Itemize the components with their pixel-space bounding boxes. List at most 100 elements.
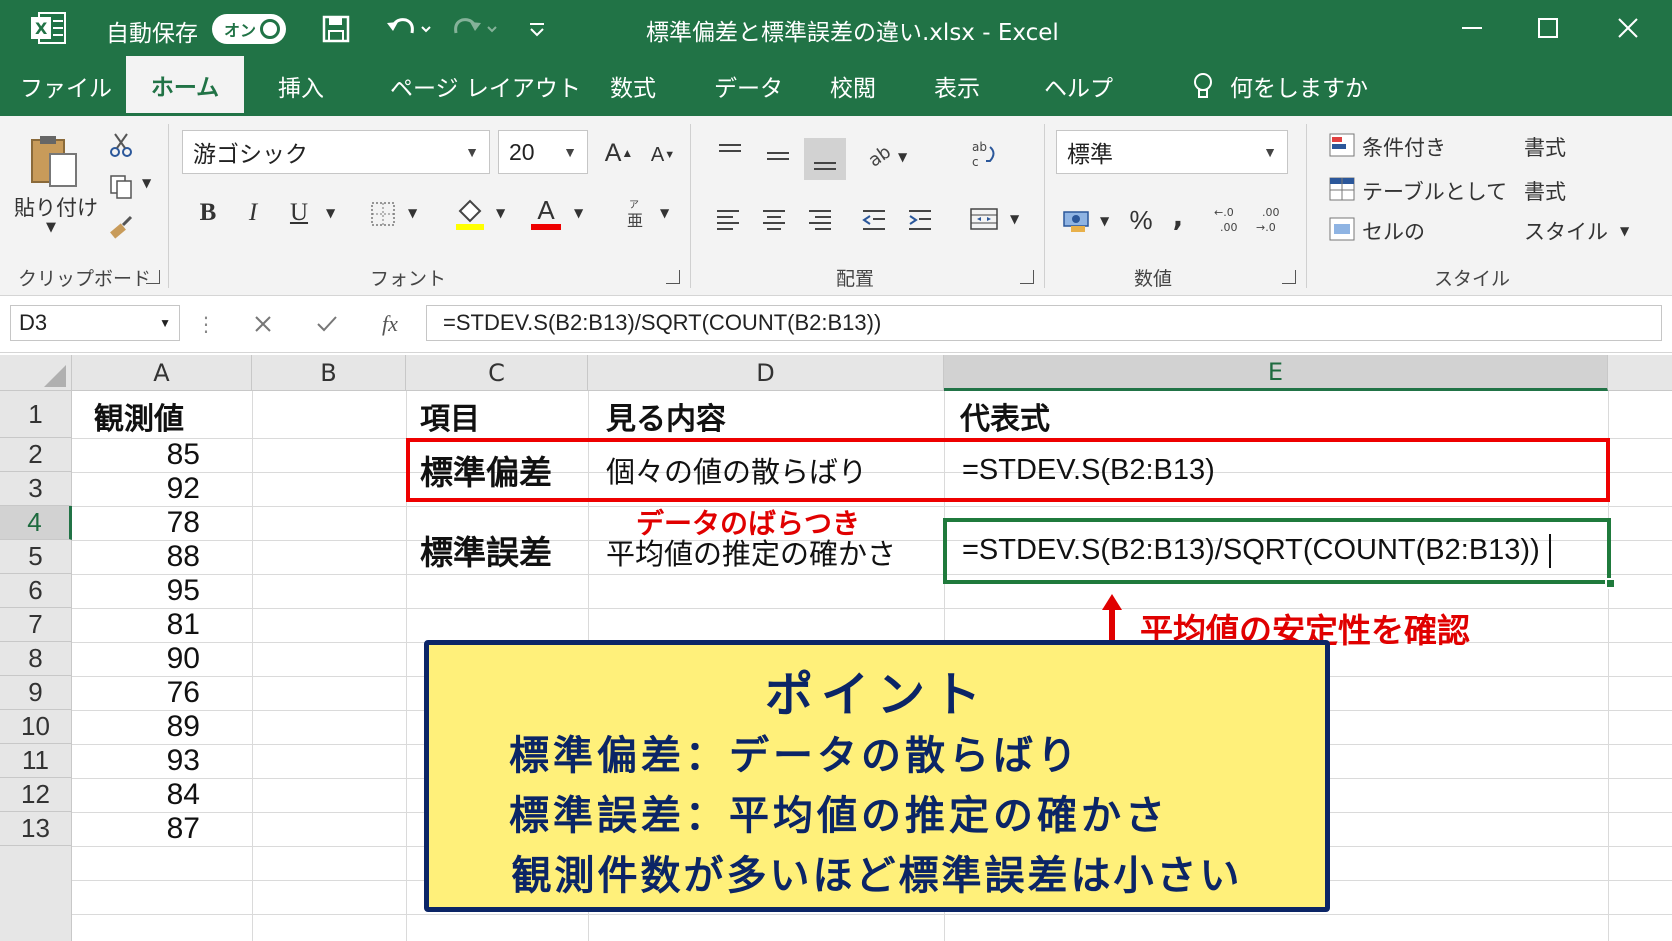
cell-styles-label[interactable]: セルの xyxy=(1362,216,1425,246)
fill-color-icon[interactable] xyxy=(452,196,488,232)
row-header-2[interactable]: 2 xyxy=(0,438,72,472)
number-launcher-icon[interactable] xyxy=(1282,270,1296,284)
undo-icon[interactable] xyxy=(382,12,434,46)
align-right-icon[interactable] xyxy=(802,204,838,234)
autosave-toggle[interactable]: オン xyxy=(212,14,286,44)
cell-a9[interactable]: 76 xyxy=(72,676,200,710)
tell-me-search[interactable]: 何をしますか xyxy=(1230,56,1368,116)
format-as-table-icon[interactable] xyxy=(1326,174,1360,206)
font-color-button[interactable]: A xyxy=(528,194,564,232)
font-color-dropdown-icon[interactable]: ▼ xyxy=(574,206,583,220)
row-header-10[interactable]: 10 xyxy=(0,710,72,744)
comma-style-button[interactable]: , xyxy=(1166,198,1190,234)
cell-a13[interactable]: 87 xyxy=(72,812,200,846)
row-header-1[interactable]: 1 xyxy=(0,391,72,438)
row-header-8[interactable]: 8 xyxy=(0,642,72,676)
row-header-5[interactable]: 5 xyxy=(0,540,72,574)
italic-button[interactable]: I xyxy=(238,196,268,230)
close-button[interactable] xyxy=(1604,8,1652,48)
wrap-text-icon[interactable]: ab c xyxy=(966,136,1002,172)
bold-button[interactable]: B xyxy=(192,196,224,230)
column-header-a[interactable]: A xyxy=(72,355,252,391)
increase-indent-icon[interactable] xyxy=(902,204,938,234)
column-header-e[interactable]: E xyxy=(944,355,1608,391)
column-header-b[interactable]: B xyxy=(252,355,406,391)
merge-dropdown-icon[interactable]: ▼ xyxy=(1010,212,1019,226)
cell-a8[interactable]: 90 xyxy=(72,642,200,676)
insert-function-icon[interactable]: fx xyxy=(370,307,410,341)
cell-a11[interactable]: 93 xyxy=(72,744,200,778)
underline-button[interactable]: U xyxy=(284,196,314,230)
tab-help[interactable]: ヘルプ xyxy=(1044,56,1113,116)
cell-a5[interactable]: 88 xyxy=(72,540,200,574)
cell-a10[interactable]: 89 xyxy=(72,710,200,744)
tab-home[interactable]: ホーム xyxy=(126,56,244,116)
row-header-6[interactable]: 6 xyxy=(0,574,72,608)
row-header-9[interactable]: 9 xyxy=(0,676,72,710)
align-center-icon[interactable] xyxy=(756,204,792,234)
cell-a4[interactable]: 78 xyxy=(72,506,200,540)
paste-dropdown-icon[interactable]: ▼ xyxy=(46,220,56,235)
cell-a6[interactable]: 95 xyxy=(72,574,200,608)
align-top-icon[interactable] xyxy=(712,138,748,168)
row-header-13[interactable]: 13 xyxy=(0,812,72,846)
decrease-indent-icon[interactable] xyxy=(856,204,892,234)
row-header-7[interactable]: 7 xyxy=(0,608,72,642)
decrease-decimal-icon[interactable]: .00 →.0 xyxy=(1252,202,1290,236)
conditional-formatting-label[interactable]: 条件付き xyxy=(1362,132,1446,162)
maximize-button[interactable] xyxy=(1524,8,1572,48)
font-launcher-icon[interactable] xyxy=(666,270,680,284)
tab-insert[interactable]: 挿入 xyxy=(278,56,324,116)
minimize-button[interactable] xyxy=(1448,8,1496,48)
accounting-dropdown-icon[interactable]: ▼ xyxy=(1100,214,1109,228)
cell-c4[interactable]: 標準誤差 xyxy=(420,526,552,574)
font-name-combo[interactable]: 游ゴシック ▼ xyxy=(182,130,490,174)
paste-icon[interactable] xyxy=(22,130,86,192)
enter-checkmark-icon[interactable] xyxy=(310,309,344,339)
font-size-combo[interactable]: 20 ▼ xyxy=(498,130,588,174)
conditional-formatting-label-2[interactable]: 書式 xyxy=(1524,132,1566,162)
tab-file[interactable]: ファイル xyxy=(20,56,112,116)
save-icon[interactable] xyxy=(318,12,354,46)
tab-page-layout[interactable]: ページ レイアウト xyxy=(390,56,581,116)
column-header-c[interactable]: C xyxy=(406,355,588,391)
cell-a12[interactable]: 84 xyxy=(72,778,200,812)
column-header-d[interactable]: D xyxy=(588,355,944,391)
alignment-launcher-icon[interactable] xyxy=(1020,270,1034,284)
align-middle-icon[interactable] xyxy=(760,138,796,172)
cell-c1[interactable]: 項目 xyxy=(420,396,480,437)
tab-data[interactable]: データ xyxy=(714,56,783,116)
percent-style-button[interactable]: % xyxy=(1124,202,1158,238)
formula-bar-splitter-icon[interactable]: ⋮ xyxy=(196,309,216,339)
cell-styles-label-2[interactable]: スタイル xyxy=(1524,216,1608,246)
borders-dropdown-icon[interactable]: ▼ xyxy=(408,206,417,220)
copy-icon[interactable] xyxy=(104,172,138,202)
orientation-dropdown-icon[interactable]: ▼ xyxy=(898,150,907,164)
tab-review[interactable]: 校閲 xyxy=(830,56,876,116)
cell-styles-dropdown-icon[interactable]: ▼ xyxy=(1620,224,1629,238)
row-header-12[interactable]: 12 xyxy=(0,778,72,812)
column-header-f[interactable] xyxy=(1608,355,1672,391)
format-painter-icon[interactable] xyxy=(104,212,138,242)
customize-quick-access-icon[interactable] xyxy=(522,14,552,44)
formula-input[interactable]: =STDEV.S(B2:B13)/SQRT(COUNT(B2:B13)) xyxy=(426,305,1662,341)
increase-decimal-icon[interactable]: ←.0.00 xyxy=(1210,202,1248,236)
format-as-table-label[interactable]: テーブルとして xyxy=(1362,176,1507,206)
paste-label[interactable]: 貼り付け xyxy=(14,192,98,222)
clipboard-launcher-icon[interactable] xyxy=(146,270,160,284)
grow-font-button[interactable]: A ▲ xyxy=(604,136,634,170)
orientation-icon[interactable]: ab xyxy=(862,138,898,170)
underline-dropdown-icon[interactable]: ▼ xyxy=(326,206,335,220)
fill-handle[interactable] xyxy=(1605,578,1616,589)
select-all-corner[interactable] xyxy=(0,355,72,391)
row-header-11[interactable]: 11 xyxy=(0,744,72,778)
phonetic-guide-icon[interactable]: ア亜 xyxy=(620,196,650,230)
shrink-font-button[interactable]: A ▼ xyxy=(648,140,678,170)
tab-formulas[interactable]: 数式 xyxy=(610,56,656,116)
align-bottom-icon[interactable] xyxy=(804,138,846,180)
cell-a2[interactable]: 85 xyxy=(72,438,200,472)
row-header-4[interactable]: 4 xyxy=(0,506,72,540)
cell-d1[interactable]: 見る内容 xyxy=(606,396,726,437)
format-as-table-label-2[interactable]: 書式 xyxy=(1524,176,1566,206)
phonetic-dropdown-icon[interactable]: ▼ xyxy=(660,206,669,220)
